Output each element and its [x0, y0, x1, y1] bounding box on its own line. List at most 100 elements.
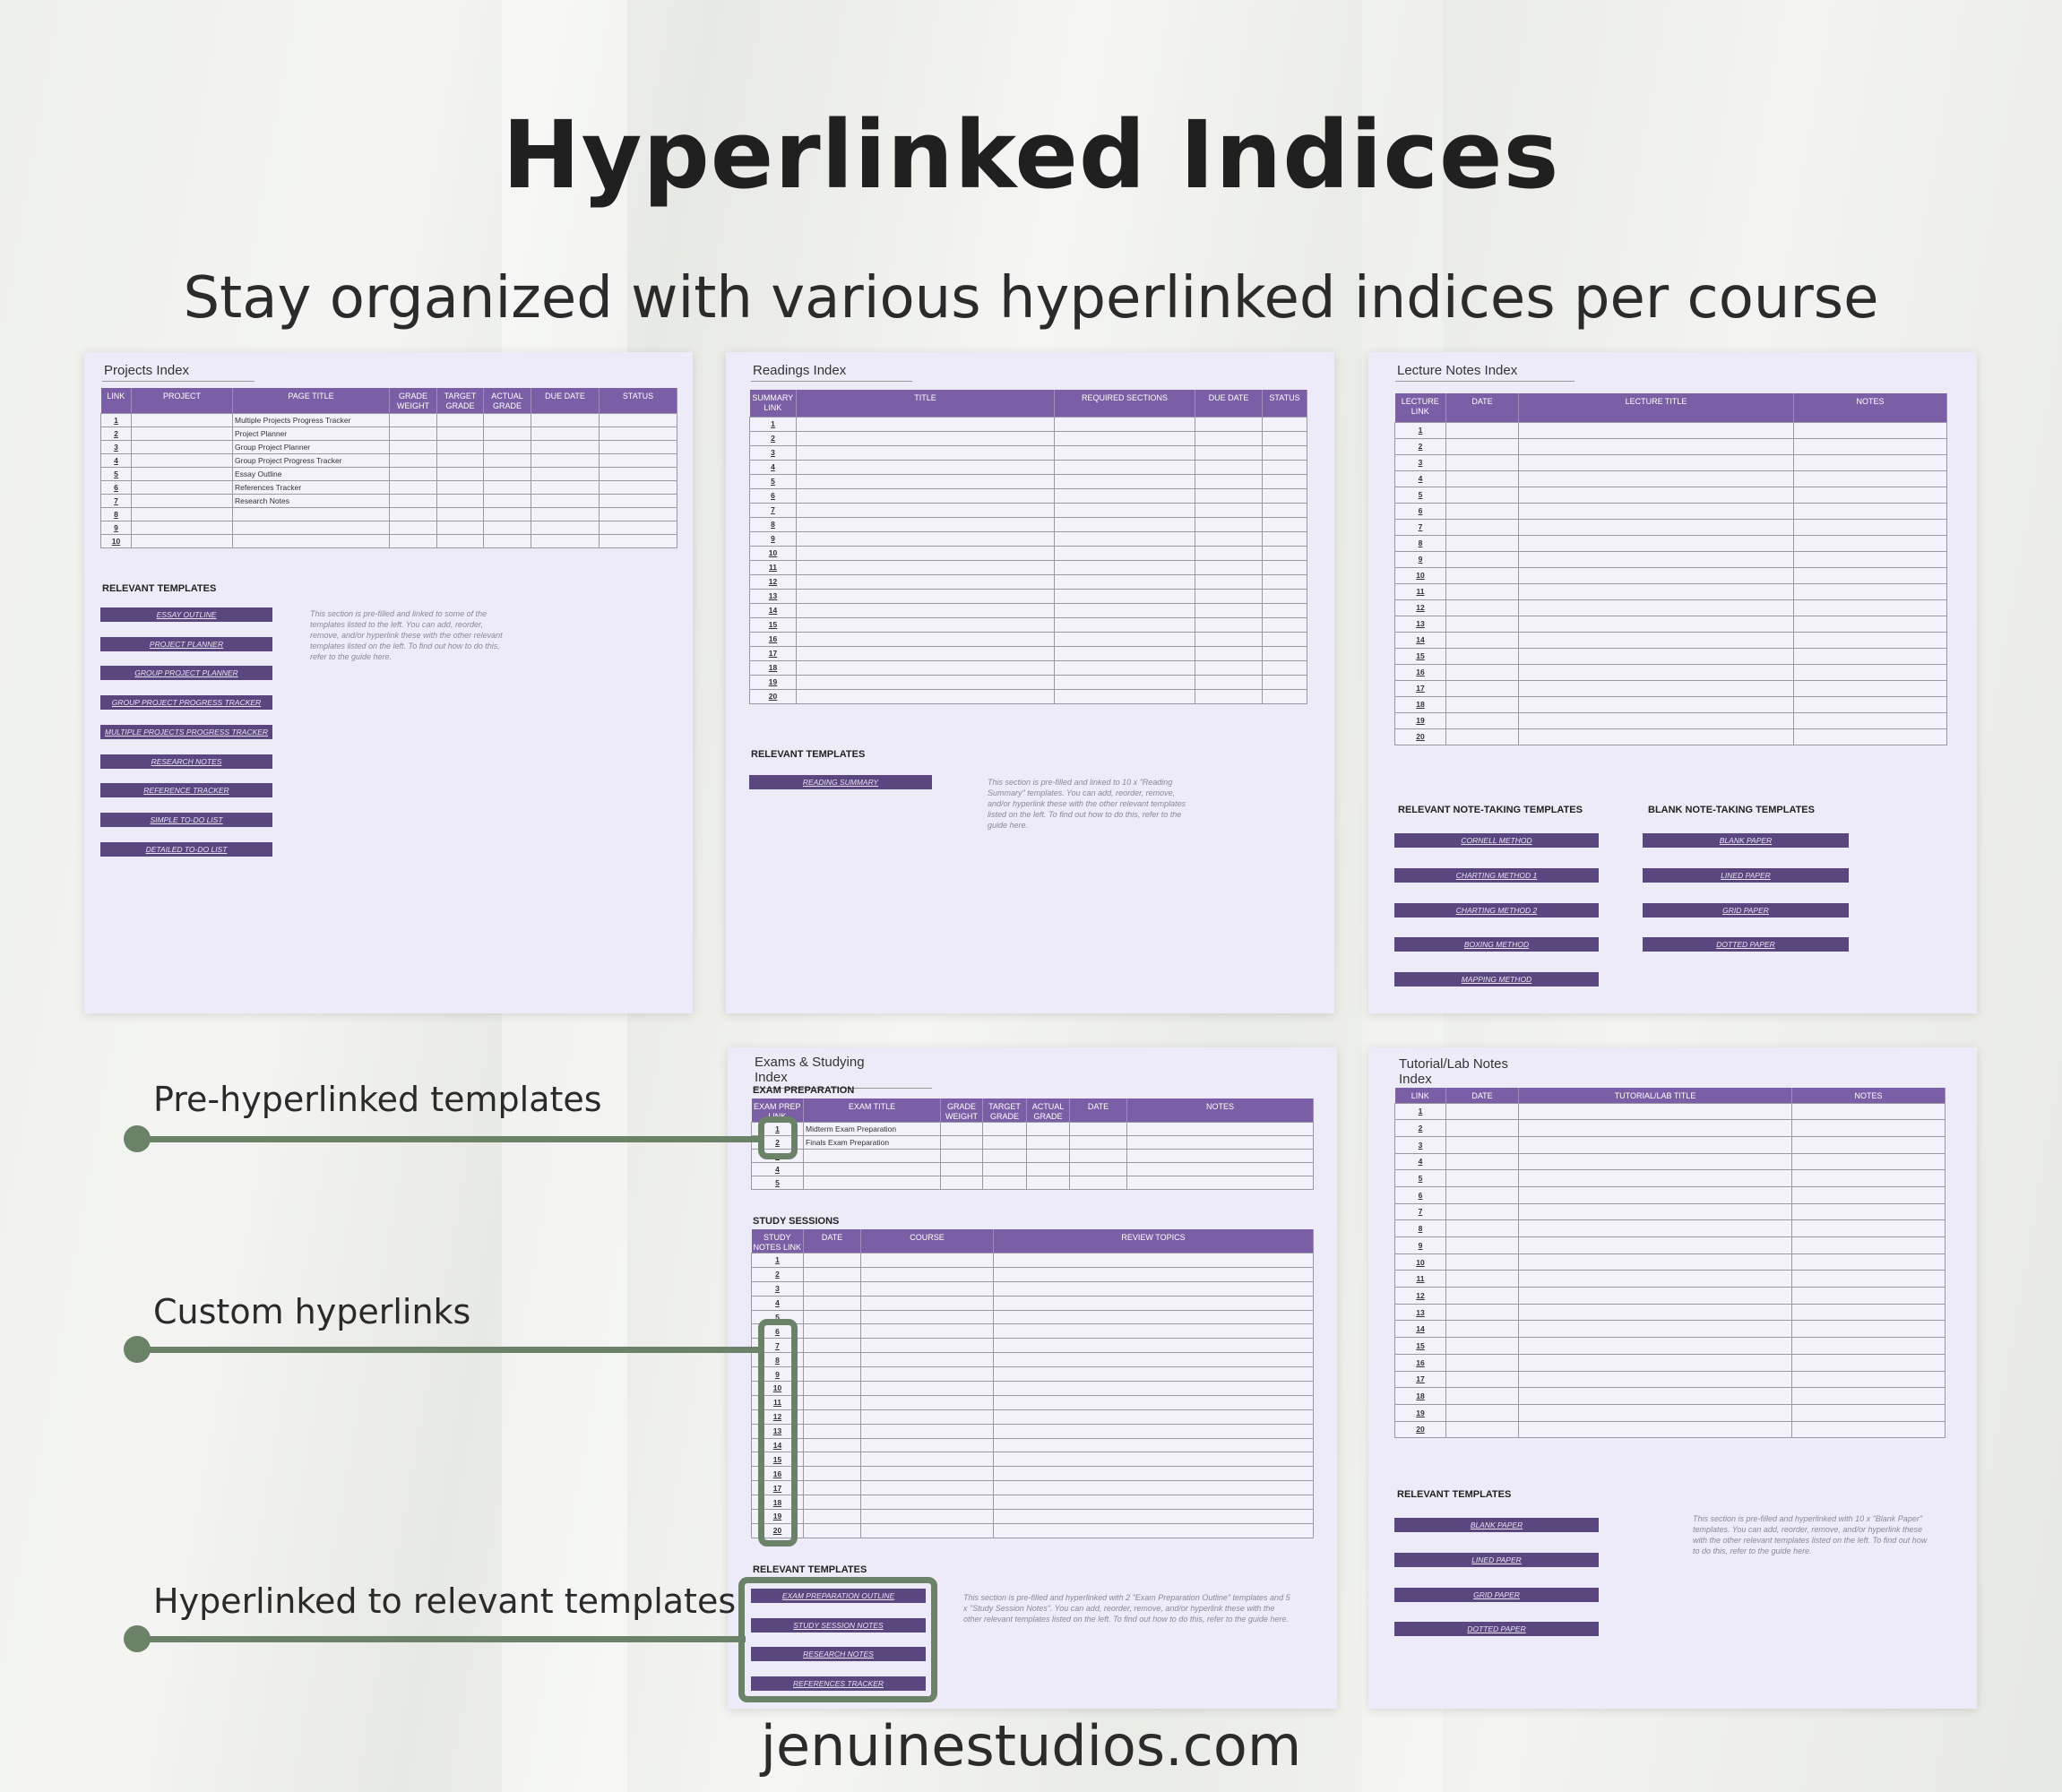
row-link[interactable]: 15: [1394, 647, 1446, 665]
row-link[interactable]: 2: [1394, 1119, 1446, 1137]
template-link-button[interactable]: DOTTED PAPER: [1643, 937, 1849, 952]
row-link[interactable]: 15: [749, 616, 797, 633]
template-link-button[interactable]: LINED PAPER: [1643, 867, 1849, 883]
template-link-button[interactable]: READING SUMMARY: [749, 775, 932, 789]
row-link[interactable]: 8: [1394, 1219, 1446, 1237]
template-link-button[interactable]: DOTTED PAPER: [1394, 1622, 1599, 1637]
row-link[interactable]: 14: [749, 602, 797, 618]
template-link-button[interactable]: GRID PAPER: [1394, 1587, 1599, 1602]
row-link[interactable]: 6: [1394, 1185, 1446, 1204]
row-link[interactable]: 1: [1394, 1102, 1446, 1121]
row-link[interactable]: 8: [100, 506, 132, 521]
template-link-button[interactable]: REFERENCE TRACKER: [100, 783, 272, 798]
row-link[interactable]: 1: [749, 416, 797, 432]
row-link[interactable]: 5: [749, 473, 797, 489]
template-link-button[interactable]: BLANK PAPER: [1643, 833, 1849, 848]
row-link[interactable]: 20: [749, 688, 797, 704]
template-link-button[interactable]: ESSAY OUTLINE: [100, 607, 272, 622]
template-link-button[interactable]: CORNELL METHOD: [1394, 833, 1599, 848]
row-link[interactable]: 7: [1394, 1202, 1446, 1221]
row-link[interactable]: 5: [1394, 1169, 1446, 1187]
row-link[interactable]: 14: [1394, 1320, 1446, 1339]
row-link[interactable]: 5: [1394, 486, 1446, 504]
row-link[interactable]: 17: [1394, 679, 1446, 697]
row-link[interactable]: 4: [1394, 470, 1446, 487]
row-link[interactable]: 14: [1394, 631, 1446, 649]
row-link[interactable]: 19: [749, 674, 797, 690]
row-link[interactable]: 12: [749, 573, 797, 590]
row-link[interactable]: 6: [1394, 502, 1446, 520]
row-link[interactable]: 1: [100, 412, 132, 427]
row-link[interactable]: 4: [751, 1162, 804, 1176]
template-link-button[interactable]: BOXING METHOD: [1394, 937, 1599, 952]
row-link[interactable]: 13: [749, 588, 797, 604]
row-link[interactable]: 13: [1394, 615, 1446, 633]
row-link[interactable]: 9: [1394, 1236, 1446, 1254]
row-link[interactable]: 8: [749, 516, 797, 532]
row-link[interactable]: 12: [1394, 599, 1446, 616]
row-link[interactable]: 12: [1394, 1287, 1446, 1305]
row-link[interactable]: 16: [749, 631, 797, 647]
row-link[interactable]: 20: [1394, 1420, 1446, 1439]
row-link[interactable]: 5: [751, 1176, 804, 1190]
row-link[interactable]: 4: [1394, 1152, 1446, 1171]
row-link[interactable]: 9: [1394, 550, 1446, 568]
row-link[interactable]: 1: [1394, 421, 1446, 439]
row-link[interactable]: 11: [749, 559, 797, 575]
row-link[interactable]: 16: [1394, 663, 1446, 681]
row-link[interactable]: 8: [1394, 534, 1446, 552]
template-link-button[interactable]: GROUP PROJECT PLANNER: [100, 666, 272, 681]
row-link[interactable]: 13: [1394, 1303, 1446, 1322]
row-link[interactable]: 4: [749, 459, 797, 475]
row-link[interactable]: 17: [749, 645, 797, 661]
row-link[interactable]: 9: [100, 520, 132, 535]
row-link[interactable]: 2: [749, 430, 797, 446]
template-link-button[interactable]: GROUP PROJECT PROGRESS TRACKER: [100, 695, 272, 711]
row-link[interactable]: 10: [1394, 1253, 1446, 1271]
row-link[interactable]: 4: [751, 1295, 804, 1311]
table-cell: [993, 1480, 1314, 1496]
template-link-button[interactable]: RESEARCH NOTES: [100, 754, 272, 769]
row-link[interactable]: 5: [100, 466, 132, 481]
row-link[interactable]: 3: [751, 1280, 804, 1297]
row-link[interactable]: 16: [1394, 1353, 1446, 1372]
row-link[interactable]: 3: [1394, 1135, 1446, 1154]
row-link[interactable]: 18: [1394, 695, 1446, 713]
row-link[interactable]: 3: [100, 439, 132, 454]
row-link[interactable]: 7: [749, 502, 797, 518]
template-link-button[interactable]: MAPPING METHOD: [1394, 972, 1599, 987]
row-link[interactable]: 2: [751, 1266, 804, 1282]
row-link[interactable]: 9: [749, 530, 797, 547]
row-link[interactable]: 6: [100, 479, 132, 495]
template-link-button[interactable]: GRID PAPER: [1643, 902, 1849, 918]
row-link[interactable]: 10: [1394, 566, 1446, 584]
template-link-button[interactable]: CHARTING METHOD 1: [1394, 867, 1599, 883]
row-link[interactable]: 3: [749, 444, 797, 461]
row-link[interactable]: 7: [100, 493, 132, 508]
row-link[interactable]: 18: [1394, 1387, 1446, 1405]
row-link[interactable]: 19: [1394, 711, 1446, 729]
row-link[interactable]: 20: [1394, 728, 1446, 745]
template-link-button[interactable]: BLANK PAPER: [1394, 1518, 1599, 1532]
row-link[interactable]: 10: [749, 545, 797, 561]
row-link[interactable]: 7: [1394, 518, 1446, 536]
row-link[interactable]: 15: [1394, 1337, 1446, 1355]
template-link-button[interactable]: DETAILED TO-DO LIST: [100, 841, 272, 857]
row-link[interactable]: 6: [749, 487, 797, 504]
row-link[interactable]: 2: [1394, 437, 1446, 455]
row-link[interactable]: 17: [1394, 1370, 1446, 1389]
template-link-button[interactable]: CHARTING METHOD 2: [1394, 902, 1599, 918]
row-link[interactable]: 4: [100, 452, 132, 468]
template-link-button[interactable]: PROJECT PLANNER: [100, 636, 272, 651]
row-link[interactable]: 11: [1394, 1270, 1446, 1288]
template-link-button[interactable]: LINED PAPER: [1394, 1552, 1599, 1567]
row-link[interactable]: 19: [1394, 1403, 1446, 1422]
row-link[interactable]: 3: [1394, 453, 1446, 471]
row-link[interactable]: 1: [751, 1253, 804, 1268]
row-link[interactable]: 18: [749, 659, 797, 676]
row-link[interactable]: 2: [100, 426, 132, 441]
template-link-button[interactable]: SIMPLE TO-DO LIST: [100, 812, 272, 827]
template-link-button[interactable]: MULTIPLE PROJECTS PROGRESS TRACKER: [100, 724, 272, 739]
row-link[interactable]: 11: [1394, 582, 1446, 600]
row-link[interactable]: 10: [100, 533, 132, 548]
